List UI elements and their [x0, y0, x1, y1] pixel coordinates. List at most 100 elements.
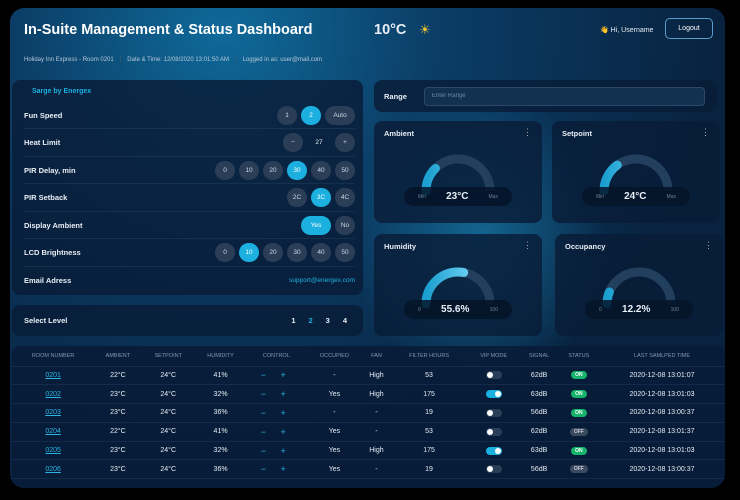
- heat-limit-value: 27: [315, 139, 323, 146]
- gauge-value: 24°C: [624, 191, 647, 202]
- vip-toggle[interactable]: [485, 408, 502, 417]
- column-header: SETPOINT: [141, 346, 195, 367]
- room-number-value[interactable]: 0203: [45, 409, 61, 416]
- option-50[interactable]: 50: [335, 160, 355, 180]
- vip-toggle[interactable]: [485, 446, 502, 455]
- option-4c[interactable]: 4C: [335, 188, 355, 207]
- option-40[interactable]: 40: [311, 160, 331, 180]
- gauge-max: 100: [670, 306, 679, 313]
- humidity-value: 32%: [213, 390, 228, 398]
- date-time: Date & Time: 12/08/2020 13:01:50 AM: [127, 57, 230, 63]
- option-auto[interactable]: Auto: [325, 105, 355, 125]
- vip-toggle[interactable]: [485, 390, 502, 399]
- occupied: Yes: [306, 422, 363, 442]
- setpoint-value: 24°C: [160, 390, 177, 398]
- room-number: 0205: [12, 441, 95, 461]
- level-3[interactable]: 3: [326, 316, 330, 325]
- ambient: 23°C: [94, 384, 142, 405]
- room-number-value[interactable]: 0202: [45, 391, 61, 398]
- option-1[interactable]: 1: [277, 105, 297, 125]
- room-number-value[interactable]: 0205: [45, 447, 61, 454]
- option-20[interactable]: 20: [263, 243, 283, 262]
- occupied-value: -: [333, 371, 336, 379]
- signal: 63dB: [519, 441, 559, 461]
- room-number: 0203: [12, 403, 95, 423]
- humidity: 36%: [194, 403, 247, 423]
- option-no[interactable]: No: [335, 215, 355, 235]
- room-number-value[interactable]: 0206: [45, 466, 61, 473]
- filter-hours-value: 19: [425, 465, 433, 473]
- option-10[interactable]: 10: [239, 160, 259, 180]
- control-buttons[interactable]: − +: [261, 464, 292, 474]
- occupied: Yes: [306, 441, 363, 461]
- level-4[interactable]: 4: [343, 316, 347, 325]
- setting-options: 2C 3C 4C: [287, 188, 355, 207]
- signal-value: 62dB: [530, 428, 548, 436]
- gauge-humidity: Humidity ⋮ 0 55.6% 100: [374, 234, 542, 336]
- control-buttons[interactable]: − +: [261, 389, 292, 399]
- column-header: FILTER HOURS: [390, 346, 468, 367]
- option-2c[interactable]: 2C: [287, 188, 307, 207]
- last-sampled-time-value: 2020-12-08 13:01:03: [629, 390, 695, 398]
- occupied: Yes: [306, 384, 363, 405]
- setting-options: − 27 +: [283, 133, 355, 152]
- vip-toggle[interactable]: [485, 465, 502, 474]
- vip-toggle[interactable]: [485, 371, 502, 380]
- control-buttons[interactable]: − +: [261, 446, 292, 456]
- option-50[interactable]: 50: [335, 243, 355, 262]
- gauge-readout: Min 24°C Max: [582, 187, 690, 206]
- more-options-icon[interactable]: ⋮: [523, 127, 532, 138]
- last-sampled-time-value: 2020-12-08 13:01:03: [629, 447, 695, 455]
- vip-mode: [467, 459, 520, 480]
- setpoint: 24°C: [141, 459, 195, 480]
- option-40[interactable]: 40: [311, 243, 331, 262]
- email-link[interactable]: support@energex.com: [289, 277, 355, 284]
- room-number-value[interactable]: 0201: [45, 372, 61, 379]
- more-options-icon[interactable]: ⋮: [704, 240, 713, 251]
- status-value: OFF: [569, 465, 588, 474]
- filter-hours: 175: [390, 441, 468, 461]
- setting-options: 1 2 Auto: [277, 105, 355, 125]
- vip-toggle[interactable]: [485, 427, 502, 436]
- table-row: 0202 23°C 24°C 32% − + Yes High 175 63dB ON 2020-1…: [12, 384, 725, 405]
- more-options-icon[interactable]: ⋮: [701, 127, 710, 138]
- last-sampled-time: 2020-12-08 13:01:03: [599, 441, 725, 461]
- option-yes[interactable]: Yes: [301, 215, 331, 235]
- control-buttons[interactable]: − +: [261, 370, 292, 380]
- option-0[interactable]: 0: [215, 160, 235, 180]
- occupied: -: [306, 403, 363, 423]
- option-20[interactable]: 20: [263, 160, 283, 180]
- control: − +: [246, 384, 307, 405]
- option-2[interactable]: 2: [301, 105, 321, 125]
- status-value: ON: [571, 446, 587, 455]
- level-2[interactable]: 2: [308, 316, 312, 325]
- level-1[interactable]: 1: [291, 316, 295, 325]
- increase-button[interactable]: +: [335, 133, 355, 152]
- room-number-value[interactable]: 0204: [45, 428, 61, 435]
- option-30[interactable]: 30: [287, 243, 307, 262]
- control-buttons[interactable]: − +: [261, 408, 292, 418]
- rooms-table: ROOM NUMBER AMBIENT SETPOINT HUMIDITY CONTRO…: [12, 346, 725, 488]
- option-0[interactable]: 0: [215, 243, 235, 262]
- logout-button[interactable]: Logout: [665, 18, 713, 39]
- option-3c[interactable]: 3C: [311, 188, 331, 207]
- column-header: FAN: [362, 346, 391, 367]
- filter-hours-value: 53: [425, 428, 433, 436]
- decrease-button[interactable]: −: [283, 133, 303, 152]
- option-10[interactable]: 10: [239, 243, 259, 262]
- humidity-value: 36%: [213, 465, 228, 473]
- occupied-value: Yes: [328, 465, 341, 473]
- control-buttons[interactable]: − +: [261, 427, 292, 437]
- option-30[interactable]: 30: [287, 160, 307, 180]
- last-sampled-time-value: 2020-12-08 13:00:37: [629, 409, 695, 417]
- setting-label: PIR Setback: [24, 193, 68, 202]
- humidity: 32%: [194, 441, 247, 461]
- last-sampled-time-value: 2020-12-08 13:00:37: [629, 465, 695, 473]
- range-input[interactable]: [423, 86, 705, 106]
- ambient: 22°C: [94, 366, 142, 386]
- ambient: 23°C: [94, 459, 142, 480]
- humidity: 41%: [194, 422, 247, 442]
- fan-value: -: [375, 465, 378, 473]
- more-options-icon[interactable]: ⋮: [523, 240, 532, 251]
- signal-value: 63dB: [530, 390, 548, 398]
